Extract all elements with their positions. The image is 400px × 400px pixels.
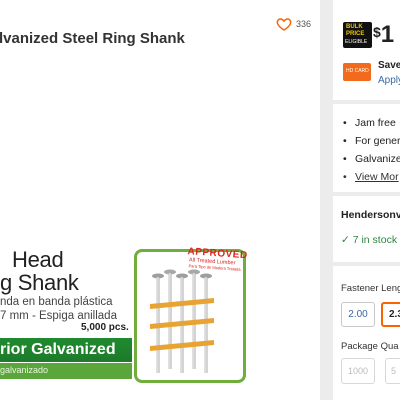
store-name[interactable]: Hendersonv	[341, 209, 400, 221]
bulk-badge-line1: BULK	[346, 24, 363, 30]
apply-card-link[interactable]: Apply	[378, 75, 400, 86]
price-currency: $	[373, 24, 381, 40]
fastener-length-label: Fastener Leng	[341, 283, 400, 294]
box-heading-line2: g Shank	[0, 270, 79, 295]
credit-card-icon: HD CARD	[343, 63, 371, 81]
box-spanish-line2: 7 mm - Espiga anillada	[0, 310, 117, 322]
length-option-2-00[interactable]: 2.00	[341, 302, 375, 327]
box-green-band: rior Galvanized	[0, 338, 132, 362]
options-panel: Fastener Leng 2.00 2.3 Package Qua 1000 …	[333, 266, 400, 400]
favorite-count: 336	[296, 19, 312, 29]
coil-nails-image	[150, 269, 214, 373]
highlight-item: • For gener	[343, 135, 400, 147]
box-band-text: rior Galvanized	[0, 341, 116, 358]
card-icon-text: HD CARD	[346, 68, 369, 74]
box-green-subband: galvanizado	[0, 363, 132, 379]
favorite-button[interactable]: 336	[276, 16, 311, 32]
card-savings-text: Save	[378, 60, 400, 71]
product-page: lvanized Steel Ring Shank 336 Head g Sha…	[0, 0, 400, 400]
quantity-option-1000[interactable]: 1000	[341, 358, 375, 384]
bulk-price-badge: BULK PRICE ELIGIBLE	[343, 22, 372, 48]
product-title: lvanized Steel Ring Shank	[0, 30, 185, 47]
highlights-panel: • Jam free • For gener • Galvanize • View Mo…	[333, 104, 400, 192]
package-quantity-label: Package Qua	[341, 341, 399, 352]
view-more-link[interactable]: • View Mor	[343, 171, 400, 189]
box-band-subtext: galvanizado	[0, 365, 49, 375]
highlights-list: • Jam free • For gener • Galvanize • View Mo…	[343, 117, 400, 189]
quantity-option-second[interactable]: 5	[385, 358, 400, 384]
stock-status: ✓ 7 in stock	[341, 234, 398, 246]
purchase-column: BULK PRICE ELIGIBLE $1 HD CARD Save Appl…	[333, 0, 400, 400]
length-option-selected[interactable]: 2.3	[381, 302, 400, 327]
product-media-card: lvanized Steel Ring Shank 336 Head g Sha…	[0, 0, 320, 400]
store-panel: Hendersonv ✓ 7 in stock	[333, 196, 400, 262]
highlight-item: • Galvanize	[343, 153, 400, 165]
bulk-badge-line3: ELIGIBLE	[345, 39, 368, 45]
price-panel: BULK PRICE ELIGIBLE $1 HD CARD Save Appl…	[333, 0, 400, 100]
price-value: 1	[380, 21, 395, 48]
box-spanish-line1: nda en banda plástica	[0, 296, 113, 308]
product-image[interactable]: Head g Shank nda en banda plástica 7 mm …	[0, 230, 320, 400]
bulk-badge-line2: PRICE	[346, 31, 365, 37]
highlight-item: • Jam free	[343, 117, 396, 129]
price: $1	[373, 21, 394, 49]
box-piece-count: 5,000 pcs.	[81, 322, 129, 333]
heart-icon	[276, 18, 292, 31]
